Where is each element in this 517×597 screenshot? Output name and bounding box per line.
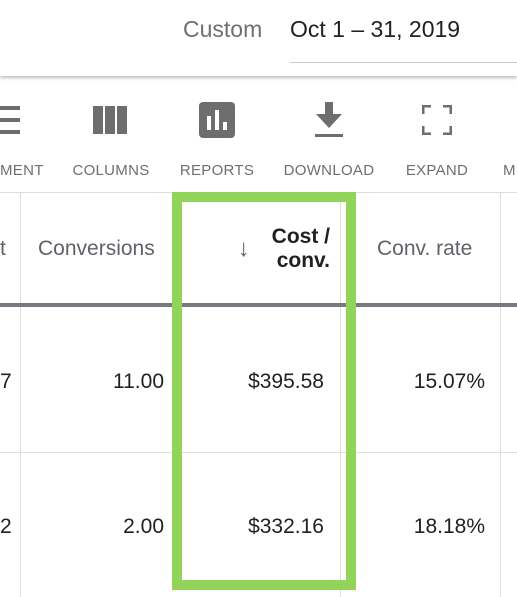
column-header-prev[interactable]: t — [0, 193, 18, 305]
expand-icon — [377, 100, 497, 140]
reports-icon — [157, 100, 277, 140]
columns-icon — [51, 100, 171, 140]
date-underline — [290, 62, 517, 63]
top-bar: Custom Oct 1 – 31, 2019 — [0, 0, 517, 76]
column-divider — [20, 193, 21, 597]
reports-button[interactable]: REPORTS — [157, 100, 277, 179]
more-button[interactable]: M — [503, 100, 517, 179]
date-range-label: Custom — [183, 16, 263, 42]
expand-button[interactable]: EXPAND — [377, 100, 497, 179]
segment-icon — [0, 100, 40, 140]
more-icon — [503, 100, 517, 140]
column-header-conv-rate[interactable]: Conv. rate — [377, 193, 497, 305]
date-range-picker[interactable]: Oct 1 – 31, 2019 — [290, 16, 460, 43]
highlight-box — [172, 192, 356, 590]
columns-button[interactable]: COLUMNS — [51, 100, 171, 179]
download-button[interactable]: DOWNLOAD — [269, 100, 389, 179]
download-icon — [269, 100, 389, 140]
column-divider — [500, 193, 501, 597]
column-header-conversions[interactable]: Conversions — [38, 193, 168, 305]
segment-button[interactable]: MENT — [0, 100, 43, 179]
